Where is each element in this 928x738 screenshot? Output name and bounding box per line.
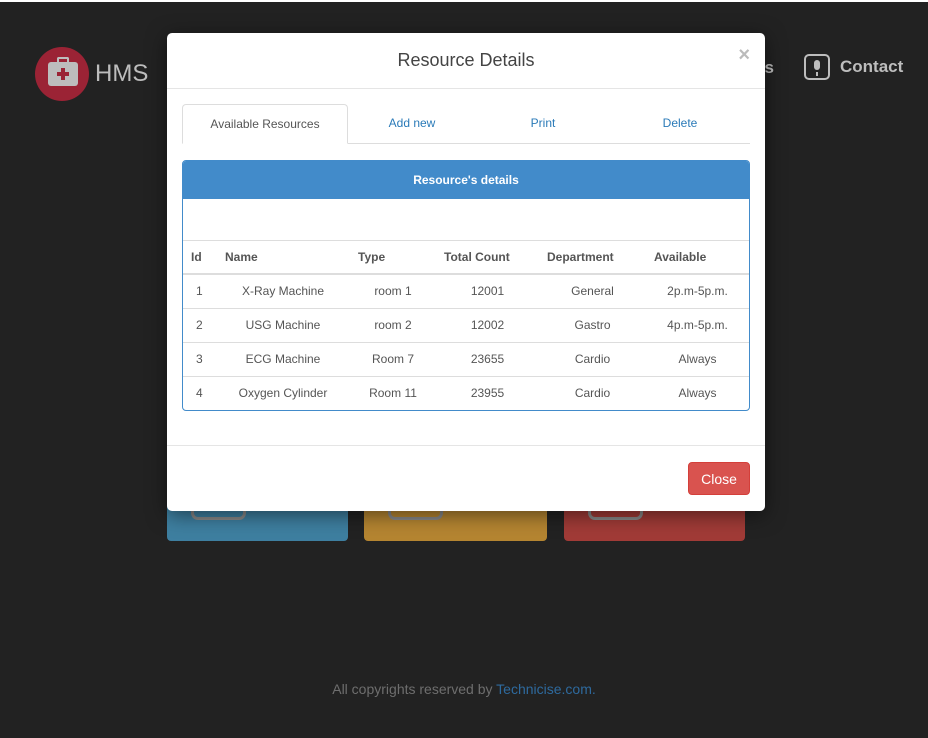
cell-department: General [571, 284, 614, 299]
tab-delete[interactable]: Delete [610, 104, 750, 143]
cell-total-count: 12001 [470, 284, 505, 299]
close-button[interactable]: Close [688, 462, 750, 495]
cell-total-count: 23955 [436, 375, 539, 410]
cell-available: 4p.m-5p.m. [646, 307, 749, 342]
cell-id: 4 [183, 375, 216, 410]
cell-name: Oxygen Cylinder [216, 375, 350, 410]
resource-details-modal: Resource Details × Available Resources A… [167, 33, 765, 511]
table-row: 3 ECG Machine Room 7 23655 Cardio Always [183, 341, 749, 376]
modal-header: Resource Details × [167, 33, 765, 89]
cell-id: 3 [183, 341, 216, 376]
column-header-total-count: Total Count [436, 241, 539, 275]
tab-available-resources[interactable]: Available Resources [182, 104, 348, 144]
brand-name: HMS [95, 60, 149, 87]
table-header-row: Id Name Type Total Count Department Avai… [183, 241, 749, 275]
cell-id: 2 [183, 307, 216, 342]
cell-department: Cardio [539, 341, 646, 376]
medical-briefcase-icon [35, 47, 89, 101]
cell-name: X-Ray Machine [241, 284, 325, 299]
resources-panel: Resource's details Id Name Type Total Co… [182, 160, 750, 411]
page-footer: All copyrights reserved by Technicise.co… [0, 681, 928, 697]
column-header-available: Available [646, 241, 749, 275]
column-header-id: Id [183, 241, 216, 275]
cell-available: Always [646, 341, 749, 376]
cell-department: Cardio [539, 375, 646, 410]
cell-department: Gastro [539, 307, 646, 342]
cell-type: Room 11 [350, 375, 436, 410]
panel-heading: Resource's details [183, 161, 749, 199]
cell-type: room 1 [374, 284, 412, 299]
cell-type: Room 7 [350, 341, 436, 376]
table-row: 1 X-Ray Machine room 1 12001 General 2p.… [183, 274, 749, 308]
cell-name: ECG Machine [216, 341, 350, 376]
cell-available: Always [646, 375, 749, 410]
panel-body [183, 199, 749, 241]
resources-table: Id Name Type Total Count Department Avai… [183, 241, 749, 410]
cell-total-count: 23655 [436, 341, 539, 376]
brand[interactable]: HMS [35, 47, 148, 101]
cell-name: USG Machine [216, 307, 350, 342]
cell-available: 2p.m-5p.m. [667, 284, 728, 299]
column-header-type: Type [350, 241, 436, 275]
close-icon[interactable]: × [738, 45, 750, 65]
footer-text: All copyrights reserved by [332, 681, 497, 697]
footer-link[interactable]: Technicise.com. [496, 681, 596, 697]
nav-contact[interactable]: Contact [804, 54, 903, 80]
tab-print[interactable]: Print [476, 104, 610, 143]
column-header-department: Department [539, 241, 646, 275]
column-header-name: Name [216, 241, 350, 275]
modal-title: Resource Details [397, 50, 535, 70]
nav-contact-label: Contact [840, 57, 904, 76]
tab-add-new[interactable]: Add new [348, 104, 476, 143]
modal-tabs: Available Resources Add new Print Delete [182, 104, 750, 144]
cell-total-count: 12002 [436, 307, 539, 342]
modal-footer: Close [167, 445, 765, 512]
table-row: 2 USG Machine room 2 12002 Gastro 4p.m-5… [183, 307, 749, 342]
cell-type: room 2 [350, 307, 436, 342]
table-row: 4 Oxygen Cylinder Room 11 23955 Cardio A… [183, 375, 749, 410]
microphone-icon [804, 54, 830, 80]
cell-id: 1 [196, 284, 203, 299]
